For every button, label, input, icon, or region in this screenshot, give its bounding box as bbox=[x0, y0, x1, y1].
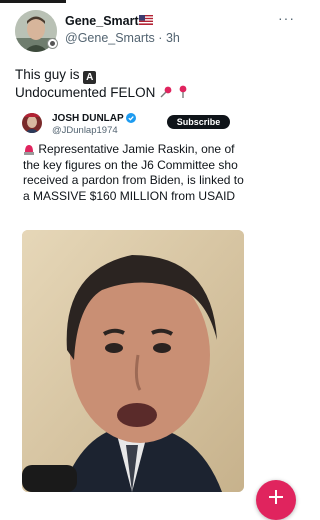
letter-a-emoji-icon: A bbox=[83, 71, 97, 84]
pushpin-icon bbox=[160, 86, 172, 98]
tweet-time: 3h bbox=[165, 31, 180, 45]
author-handle-row: @Gene_Smarts · 3h bbox=[65, 31, 180, 45]
verified-badge-icon bbox=[126, 113, 136, 123]
tweet-text: This guy is A Undocumented FELON bbox=[15, 66, 189, 102]
round-pushpin-icon bbox=[179, 85, 187, 98]
quote-photo[interactable] bbox=[22, 230, 244, 492]
more-options-icon[interactable]: ··· bbox=[278, 10, 295, 26]
quote-text: Representative Jamie Raskin, one of the … bbox=[23, 142, 251, 204]
author-handle[interactable]: @Gene_Smarts bbox=[65, 31, 155, 45]
subscribe-button[interactable]: Subscribe bbox=[167, 115, 230, 129]
siren-icon bbox=[24, 145, 34, 155]
us-flag-icon bbox=[139, 15, 153, 25]
tweet-text-line1: This guy is bbox=[15, 67, 80, 82]
quote-text-body: Representative Jamie Raskin, one of the … bbox=[23, 142, 244, 203]
quote-author-name[interactable]: JOSH DUNLAP bbox=[52, 113, 124, 124]
time-separator: · bbox=[158, 31, 163, 45]
author-name[interactable]: Gene_Smarts bbox=[65, 14, 146, 28]
top-tab-indicator bbox=[0, 0, 66, 3]
compose-button[interactable] bbox=[256, 480, 296, 520]
quote-author-handle[interactable]: @JDunlap1974 bbox=[52, 125, 118, 136]
quote-author-avatar[interactable] bbox=[22, 113, 42, 133]
avatar-badge-icon bbox=[47, 38, 58, 49]
tweet-text-line2: Undocumented FELON bbox=[15, 85, 156, 100]
